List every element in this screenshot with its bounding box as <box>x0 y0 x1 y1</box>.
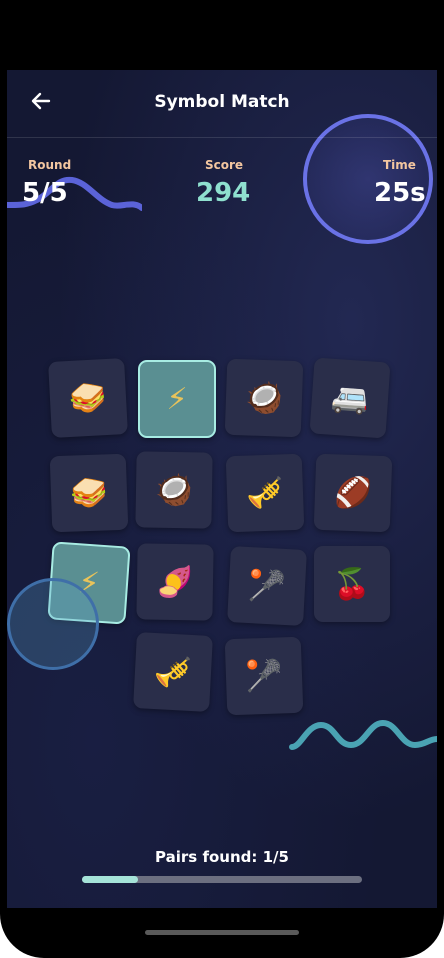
sandwich-icon: 🥪 <box>69 474 109 512</box>
round-value: 5/5 <box>22 178 68 208</box>
lightning-icon: ⚡ <box>166 381 188 417</box>
tile-minibus[interactable]: 🚐 <box>309 357 391 439</box>
trumpet-icon: 🎺 <box>245 474 285 512</box>
lacrosse-icon: 🥍 <box>247 567 287 605</box>
trumpet-icon: 🎺 <box>153 653 193 691</box>
game-screen: Symbol Match Round 5/5 Score 294 Time 25… <box>7 70 437 908</box>
decorative-wave-bottom <box>289 719 437 750</box>
sweet-potato-icon: 🍠 <box>156 564 194 600</box>
phone-frame: Symbol Match Round 5/5 Score 294 Time 25… <box>0 0 444 958</box>
tile-sandwich[interactable]: 🥪 <box>49 453 129 533</box>
tile-lacrosse[interactable]: 🥍 <box>227 546 307 626</box>
score-label: Score <box>205 158 244 172</box>
football-icon: 🏈 <box>333 474 373 512</box>
top-bar: Symbol Match <box>7 70 437 138</box>
coconut-icon: 🥥 <box>244 379 284 417</box>
page-title: Symbol Match <box>154 92 290 112</box>
home-indicator <box>145 930 299 935</box>
score-value: 294 <box>196 178 251 208</box>
time-value: 25s <box>374 178 426 208</box>
lacrosse-icon: 🥍 <box>244 657 284 695</box>
decorative-circle-small <box>7 578 99 670</box>
tile-trumpet[interactable]: 🎺 <box>225 453 305 533</box>
tile-lacrosse[interactable]: 🥍 <box>224 636 304 716</box>
progress-bar <box>82 876 362 883</box>
minibus-icon: 🚐 <box>330 379 370 417</box>
tile-sandwich[interactable]: 🥪 <box>48 358 128 438</box>
progress-bar-fill <box>82 876 138 883</box>
coconut-icon: 🥥 <box>155 472 193 508</box>
tile-sweet-potato[interactable]: 🍠 <box>136 543 214 621</box>
tile-trumpet[interactable]: 🎺 <box>133 632 213 712</box>
sandwich-icon: 🥪 <box>68 379 108 417</box>
pairs-found-text: Pairs found: 1/5 <box>155 848 289 866</box>
tile-lightning[interactable]: ⚡ <box>138 360 216 438</box>
cherries-icon: 🍒 <box>333 566 371 602</box>
tile-cherries[interactable]: 🍒 <box>314 546 390 622</box>
time-label: Time <box>383 158 416 172</box>
round-label: Round <box>28 158 72 172</box>
tile-football[interactable]: 🏈 <box>313 453 393 533</box>
tile-coconut[interactable]: 🥥 <box>224 358 304 438</box>
tile-coconut[interactable]: 🥥 <box>135 451 213 529</box>
